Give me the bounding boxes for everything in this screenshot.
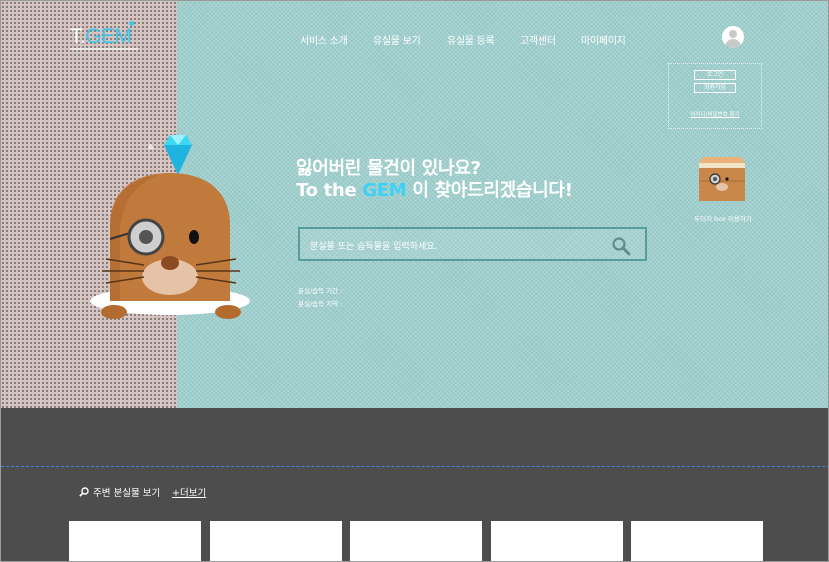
- lost-region-label[interactable]: 분실/습득 지역 :: [298, 298, 342, 308]
- hero-headline-line1: 잃어버린 물건이 있나요?: [296, 158, 481, 179]
- nav-register-item[interactable]: 유실물 등록: [447, 32, 495, 47]
- hero-line2-brand: GEM: [362, 180, 407, 201]
- lost-item-card[interactable]: [491, 521, 623, 561]
- user-icon-head: [729, 30, 737, 38]
- user-icon[interactable]: [722, 26, 744, 48]
- nearby-search-icon: [79, 487, 89, 497]
- search-placeholder: 분실물 또는 습득물을 입력하세요.: [310, 242, 438, 252]
- nearby-title: 주변 분실물 보기: [93, 488, 161, 499]
- lost-item-card[interactable]: [69, 521, 201, 561]
- nav-mypage[interactable]: 마이페이지: [581, 32, 626, 47]
- more-link[interactable]: +더보기: [172, 485, 206, 499]
- hero-line2-post: 이 찾아드리겠습니다!: [406, 180, 573, 201]
- hero-headline-line2: To the GEM 이 찾아드리겠습니다!: [296, 180, 573, 202]
- nav-customer-center[interactable]: 고객센터: [520, 32, 556, 47]
- logo-t: T.: [70, 25, 86, 48]
- find-account-link[interactable]: 아이디/비밀번호 찾기: [674, 110, 756, 118]
- hero-headline: 잃어버린 물건이 있나요? To the GEM 이 찾아드리겠습니다!: [296, 158, 573, 202]
- hero-line2-pre: To the: [296, 180, 363, 201]
- lost-item-card[interactable]: [350, 521, 482, 561]
- lost-item-card[interactable]: [631, 521, 763, 561]
- user-icon-body: [725, 39, 741, 48]
- box-icon[interactable]: [697, 157, 747, 201]
- nav-lost-items[interactable]: 유실물 보기: [373, 32, 421, 47]
- logo[interactable]: T.GEM: [70, 25, 132, 49]
- mole-mascot: [90, 135, 250, 319]
- logo-gem: GEM: [85, 25, 132, 48]
- logo-underline: [70, 48, 138, 50]
- page: T.GEM 서비스 소개 유실물 보기 유실물 등록 고객센터 마이페이지 로그…: [0, 0, 829, 562]
- lost-period-label[interactable]: 분실/습득 기간 :: [298, 285, 342, 295]
- search-icon[interactable]: [611, 236, 631, 256]
- mole-box-link[interactable]: 두더지 box 이용하기: [687, 213, 759, 223]
- nav-service-intro[interactable]: 서비스 소개: [300, 32, 348, 47]
- logo-dot: [129, 21, 134, 26]
- guide-line: [1, 466, 828, 467]
- login-button[interactable]: 로그인: [694, 70, 736, 80]
- signup-button[interactable]: 회원가입: [694, 83, 736, 93]
- diamond-icon: [148, 135, 192, 175]
- lost-item-card[interactable]: [210, 521, 342, 561]
- lost-item-search-field[interactable]: 분실물 또는 습득물을 입력하세요.: [298, 227, 647, 261]
